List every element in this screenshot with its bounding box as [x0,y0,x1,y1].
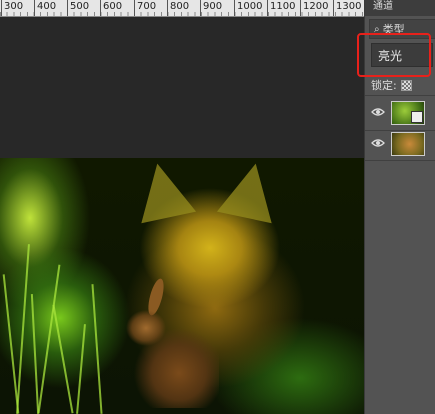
document-canvas[interactable] [0,158,364,414]
ruler-tick: 300 [4,1,24,12]
rabbit-figure [124,288,219,408]
smart-object-badge-icon [411,111,423,123]
ruler-tick: 800 [170,1,190,12]
grass-blade [30,294,40,414]
grass-blade [16,244,30,414]
grass-blade [91,284,103,414]
fox-ear-left [129,158,197,224]
ruler-tick: 1100 [270,1,296,12]
ruler-tick: 600 [103,1,123,12]
grass-blade [76,324,86,414]
ruler-tick: 700 [137,1,157,12]
visibility-eye-icon[interactable] [365,137,391,151]
layer-row[interactable] [365,129,435,159]
ruler-tick: 1000 [237,1,263,12]
ruler-tick: 400 [37,1,57,12]
horizontal-ruler: 300 400 500 600 700 800 900 1000 1100 12… [0,0,364,17]
grass-blade [52,304,74,414]
search-icon: ⌕ [374,23,380,35]
ruler-tick: 1200 [303,1,329,12]
visibility-eye-icon[interactable] [365,106,391,120]
layer-thumbnail[interactable] [391,132,425,156]
kind-filter[interactable]: ⌕ 类型 [369,19,435,39]
grass-blade [37,264,61,414]
ruler-tick: 500 [70,1,90,12]
lock-row: 锁定: [371,77,412,93]
layer-thumbnail[interactable] [391,101,425,125]
lock-transparency-icon[interactable] [400,79,412,91]
layer-row[interactable] [365,98,435,128]
ruler-tick: 1300 [336,1,362,12]
fox-ear-right [216,158,284,224]
kind-filter-label: 类型 [382,23,405,36]
ruler-tick: 900 [203,1,223,12]
panel-tab-channels[interactable]: 通道 [365,0,435,16]
blend-mode-select[interactable]: 亮光 [371,43,433,67]
blend-mode-value: 亮光 [378,48,403,63]
layers-panel: 通道 ⌕ 类型 亮光 锁定: [364,0,435,414]
lock-label: 锁定: [371,79,397,92]
